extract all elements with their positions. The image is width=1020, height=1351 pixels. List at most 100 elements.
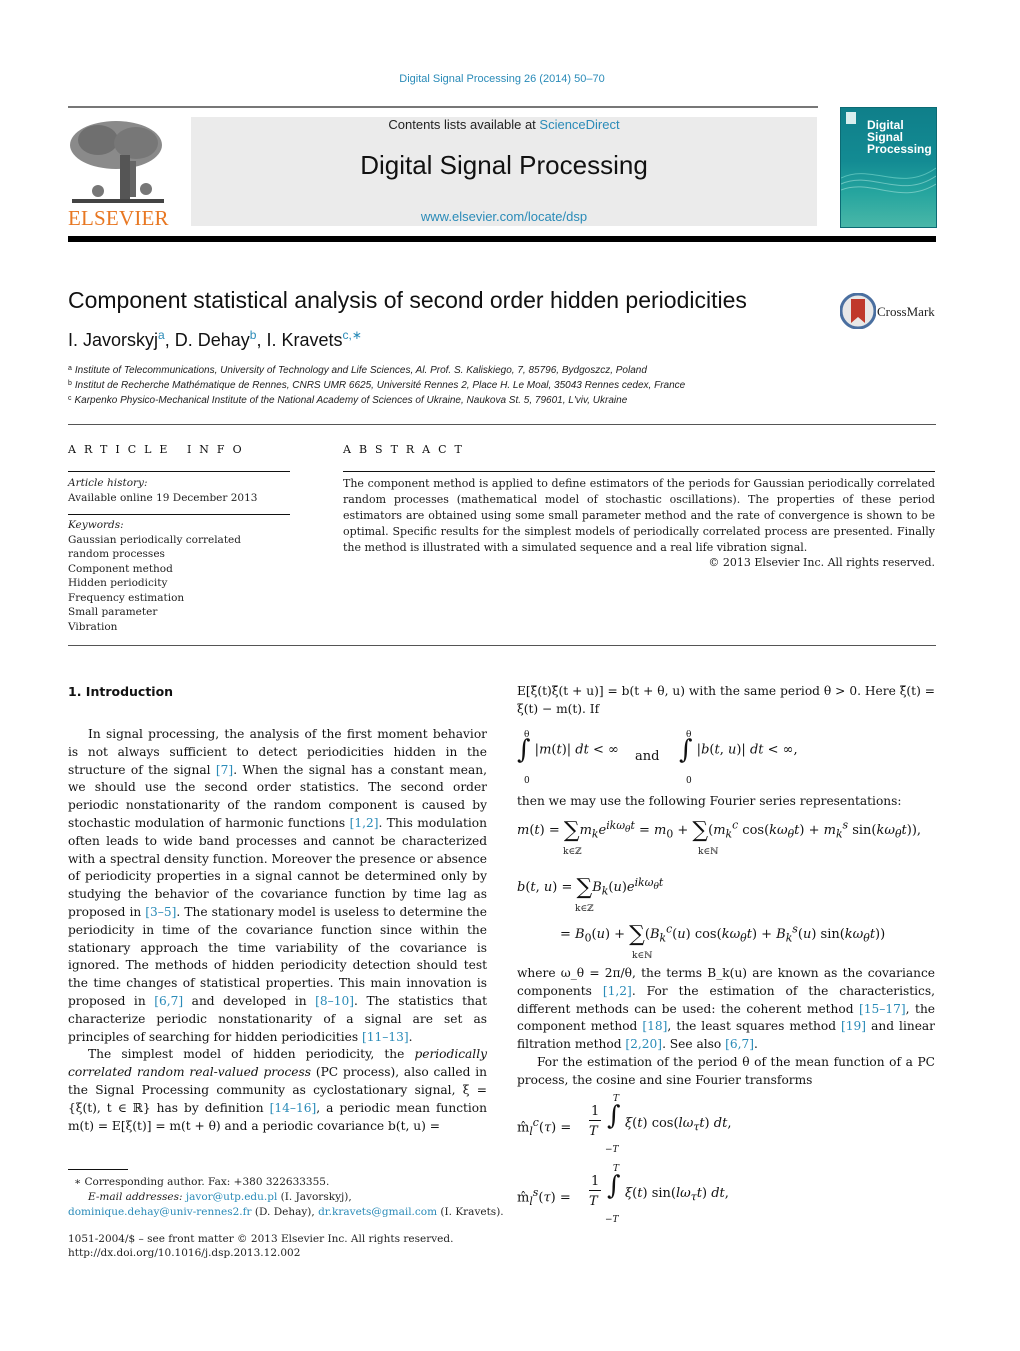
citation-link[interactable]: [2,20]	[625, 1037, 662, 1051]
limit-lower: 0	[686, 776, 692, 786]
doi-link[interactable]: http://dx.doi.org/10.1016/j.dsp.2013.12.…	[68, 1246, 300, 1261]
journal-cover-image[interactable]: Digital Signal Processing	[840, 107, 937, 228]
author-name[interactable]: I. Javorskyj	[68, 330, 158, 350]
citation-link[interactable]: [11–13]	[362, 1030, 409, 1044]
citation-link[interactable]: [1,2]	[350, 816, 379, 830]
keyword: Small parameter	[68, 606, 158, 618]
email-owner: (I. Javorskyj),	[277, 1191, 352, 1203]
email-owner: (I. Kravets).	[437, 1206, 504, 1218]
article-info-rule	[68, 471, 290, 472]
citation-link[interactable]: [3–5]	[145, 905, 176, 919]
section-rule	[68, 424, 936, 425]
paragraph-text: and developed in	[183, 993, 316, 1008]
author-list: I. Javorskyja, D. Dehayb, I. Kravetsc,∗	[68, 328, 362, 350]
article-info-rule	[68, 514, 290, 515]
paragraph-text: .	[408, 1029, 413, 1044]
conjunction: and	[635, 749, 660, 764]
contents-line: Contents lists available at ScienceDirec…	[191, 117, 817, 132]
keyword: Hidden periodicity	[68, 577, 168, 589]
citation-link[interactable]: [6,7]	[725, 1037, 754, 1051]
journal-title: Digital Signal Processing	[360, 150, 648, 180]
sum-index: k∈ℤ	[563, 847, 582, 857]
cosine-transform-equation: m̂lc(τ) = 1 T T ∫ −T ξ(t) cos(lωτt) dt,	[517, 1094, 732, 1155]
author-name[interactable]: I. Kravets	[266, 330, 342, 350]
citation-link[interactable]: [19]	[841, 1019, 866, 1033]
email-link[interactable]: dr.kravets@gmail.com	[318, 1206, 437, 1218]
intro-paragraph: The simplest model of hidden periodicity…	[68, 1046, 487, 1135]
abstract-heading: ABSTRACT	[343, 443, 470, 456]
affiliation-text: Karpenko Physico-Mechanical Institute of…	[74, 395, 628, 406]
keywords-label: Keywords:	[68, 519, 124, 531]
abstract-rule	[343, 471, 935, 472]
mean-fourier-equation: m(t) = ∑mkeikωθt = m0 + ∑(mkc cos(kωθt) …	[517, 818, 922, 843]
citation-link[interactable]: [14–16]	[270, 1101, 317, 1115]
integral-m: ∫ |m(t)| dt < ∞	[517, 735, 619, 765]
article-info-heading: ARTICLE INFO	[68, 443, 250, 456]
keyword: Gaussian periodically correlated random …	[68, 533, 241, 561]
covariance-fourier-equation-cont: = B0(u) + ∑(Bkc(u) cos(kωθt) + Bks(u) si…	[560, 922, 886, 947]
article-history: Article history: Available online 19 Dec…	[68, 476, 257, 505]
affiliation-mark: a	[68, 365, 72, 372]
integrability-equation: θ 0 ∫ |m(t)| dt < ∞ and θ 0 ∫ |b(t, u)| …	[517, 730, 935, 788]
sciencedirect-link[interactable]: ScienceDirect	[539, 117, 619, 132]
history-label: Article history:	[68, 477, 148, 489]
history-value: Available online 19 December 2013	[68, 491, 258, 504]
keyword: Component method	[68, 562, 173, 575]
citation-link[interactable]: [6,7]	[154, 994, 183, 1008]
author-affiliation-mark[interactable]: c,∗	[343, 328, 362, 342]
left-column: In signal processing, the analysis of th…	[68, 726, 487, 1135]
affiliation-text: Institut de Recherche Mathématique de Re…	[74, 380, 686, 391]
integral-b: ∫ |b(t, u)| dt < ∞,	[679, 735, 798, 765]
email-link[interactable]: dominique.dehay@univ-rennes2.fr	[68, 1206, 252, 1218]
affiliation: c Karpenko Physico-Mechanical Institute o…	[68, 395, 627, 406]
affiliation-text: Institute of Telecommunications, Univers…	[74, 365, 647, 376]
author-name[interactable]: D. Dehay	[175, 330, 250, 350]
intro-paragraph: In signal processing, the analysis of th…	[68, 726, 487, 1046]
citation-link[interactable]: [18]	[642, 1019, 667, 1033]
header-rule	[68, 106, 818, 108]
citation-link[interactable]: [1,2]	[603, 984, 632, 998]
right-paragraph: where ω_θ = 2π/θ, the terms B_k(u) are k…	[517, 965, 935, 1090]
body-rule	[68, 645, 936, 646]
affiliation: a Institute of Telecommunications, Univer…	[68, 365, 647, 376]
citation-link[interactable]: [15–17]	[859, 1002, 906, 1016]
header-thick-rule	[68, 236, 936, 242]
corresponding-author-note: ∗ Corresponding author. Fax: +380 322633…	[74, 1176, 330, 1188]
crossmark-label[interactable]: CrossMark	[877, 304, 935, 320]
paragraph-text: . See also	[662, 1037, 726, 1052]
article-title: Component statistical analysis of second…	[68, 287, 747, 313]
paragraph-text: For the estimation of the period θ of th…	[517, 1054, 935, 1087]
covariance-fourier-equation: b(t, u) = ∑Bk(u)eikωθt	[517, 875, 664, 900]
sine-transform-equation: m̂ls(τ) = 1 T T ∫ −T ξ(t) sin(lωτt) dt,	[517, 1164, 729, 1225]
email-line: dominique.dehay@univ-rennes2.fr (D. Deha…	[68, 1205, 504, 1220]
crossmark-icon[interactable]	[839, 292, 877, 330]
citation-link[interactable]: [7]	[216, 763, 233, 777]
journal-reference[interactable]: Digital Signal Processing 26 (2014) 50–7…	[0, 73, 1004, 85]
keyword: Vibration	[68, 620, 118, 633]
email-line: E-mail addresses: javor@utp.edu.pl (I. J…	[88, 1190, 352, 1205]
email-link[interactable]: javor@utp.edu.pl	[186, 1191, 277, 1203]
paragraph-text: The simplest model of hidden periodicity…	[88, 1047, 415, 1062]
sum-index: k∈ℕ	[632, 951, 653, 961]
keywords-block: Keywords: Gaussian periodically correlat…	[68, 518, 283, 634]
journal-url-link[interactable]: www.elsevier.com/locate/dsp	[191, 209, 817, 224]
paragraph-text: , the least squares method	[667, 1019, 842, 1034]
right-paragraph: then we may use the following Fourier se…	[517, 793, 935, 811]
paragraph-text: then we may use the following Fourier se…	[517, 794, 902, 808]
keyword: Frequency estimation	[68, 591, 185, 604]
sum-index: k∈ℕ	[698, 847, 719, 857]
affiliation-mark: b	[68, 380, 72, 387]
right-paragraph: E[ξ̄(t)ξ̄(t + u)] = b(t + θ, u) with the…	[517, 683, 935, 719]
author-affiliation-mark[interactable]: b	[250, 328, 257, 342]
sum-index: k∈ℤ	[575, 904, 594, 914]
paragraph-text: where ω_θ = 2π/θ, the terms B_k(u) are k…	[517, 965, 935, 1054]
affiliation-mark: c	[68, 395, 72, 402]
elsevier-wordmark: ELSEVIER	[68, 206, 169, 230]
abstract-text: The component method is applied to defin…	[343, 477, 935, 554]
email-label: E-mail addresses:	[88, 1191, 183, 1203]
affiliation: b Institut de Recherche Mathématique de R…	[68, 380, 685, 391]
citation-link[interactable]: [8–10]	[315, 994, 354, 1008]
section-heading: 1. Introduction	[68, 684, 174, 699]
issn-line: 1051-2004/$ – see front matter © 2013 El…	[68, 1233, 454, 1245]
author-affiliation-mark[interactable]: a	[158, 328, 165, 342]
